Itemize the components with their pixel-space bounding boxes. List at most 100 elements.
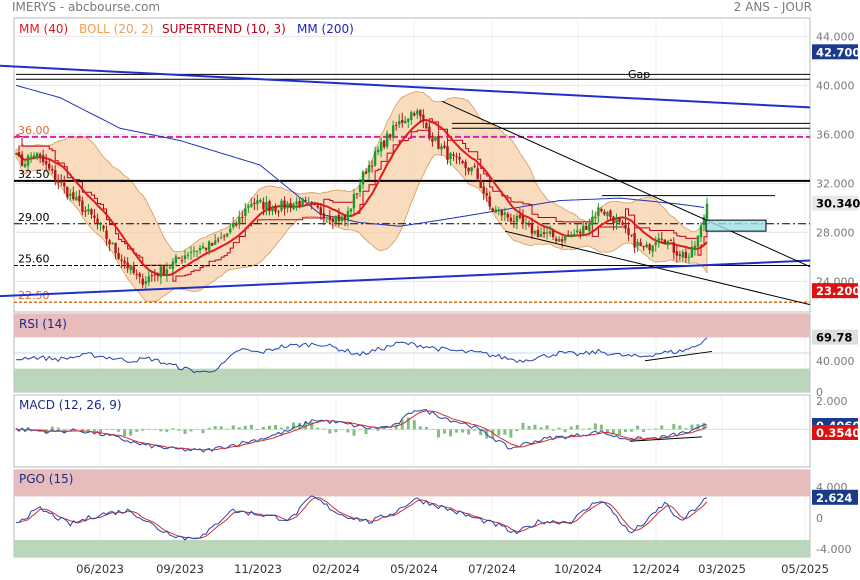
- candle-body: [171, 261, 175, 269]
- candle-body: [226, 233, 229, 237]
- candle-body: [618, 218, 621, 223]
- candle-body: [189, 251, 193, 253]
- candle-body: [135, 274, 138, 276]
- candle-body: [548, 231, 552, 234]
- candle-body: [346, 210, 350, 220]
- candle-body: [54, 170, 57, 181]
- candle-body: [229, 228, 232, 233]
- macd-histogram-bar: [624, 429, 628, 432]
- candle-body: [533, 230, 537, 234]
- candle-body: [201, 246, 205, 249]
- x-axis-label: 10/2024: [554, 562, 602, 576]
- candle-body: [651, 245, 654, 252]
- candle-body: [102, 225, 105, 229]
- candle-body: [144, 281, 147, 284]
- candle-body: [669, 240, 672, 242]
- candle-body: [615, 218, 618, 223]
- macd-histogram-bar: [280, 427, 284, 430]
- candle-body: [99, 223, 102, 225]
- macd-y-tick: 2.000: [816, 395, 848, 408]
- candle-body: [244, 208, 247, 216]
- macd-histogram-bar: [666, 429, 670, 430]
- candle-body: [57, 179, 60, 183]
- candle-body: [319, 207, 322, 215]
- legend-ma40: MM (40): [19, 22, 68, 36]
- macd-histogram-bar: [334, 429, 338, 433]
- candle-body: [262, 201, 265, 210]
- candle-body: [684, 251, 688, 259]
- pgo-oversold-zone: [14, 539, 810, 557]
- candle-body: [93, 215, 96, 219]
- macd-histogram-bar: [467, 429, 471, 435]
- candle-body: [41, 155, 45, 163]
- candle-body: [563, 235, 567, 241]
- candle-body: [657, 238, 660, 242]
- candle-body: [210, 242, 214, 246]
- level-label-29-00: 29.00: [18, 211, 50, 224]
- candle-body: [554, 238, 558, 242]
- candle-body: [165, 269, 169, 276]
- candle-body: [660, 238, 663, 240]
- macd-histogram-bar: [237, 427, 241, 430]
- candle-body: [636, 241, 639, 247]
- macd-histogram-bar: [593, 423, 597, 430]
- macd-histogram-bar: [219, 426, 223, 430]
- macd-histogram-bar: [545, 425, 549, 430]
- candle-body: [446, 146, 449, 160]
- macd-histogram-bar: [358, 429, 362, 430]
- candle-body: [461, 161, 464, 164]
- x-axis-label: 05/2024: [390, 562, 438, 576]
- candle-body: [286, 203, 289, 209]
- candle-body: [162, 264, 166, 275]
- macd-histogram-bar: [539, 427, 543, 430]
- macd-histogram-bar: [153, 429, 157, 430]
- candle-body: [395, 125, 398, 127]
- candle-body: [301, 198, 304, 207]
- candle-body: [407, 118, 410, 122]
- macd-histogram-bar: [497, 429, 501, 436]
- candle-body: [280, 200, 283, 211]
- candle-body: [316, 205, 319, 208]
- macd-histogram-bar: [346, 429, 350, 433]
- candle-body: [38, 154, 42, 157]
- candle-body: [494, 209, 497, 213]
- candle-body: [47, 163, 51, 169]
- candle-body: [180, 260, 184, 262]
- candle-body: [328, 216, 332, 221]
- rsi-badge: 69.78: [816, 331, 852, 345]
- candle-body: [416, 110, 419, 115]
- candle-body: [108, 240, 111, 245]
- candle-body: [295, 201, 298, 205]
- macd-histogram-bar: [654, 428, 658, 430]
- candle-body: [247, 206, 250, 208]
- chart-svg: 36.0032.5029.0025.6022.5044.00040.00036.…: [0, 17, 860, 576]
- macd-histogram-bar: [364, 429, 368, 435]
- macd-histogram-bar: [521, 422, 525, 430]
- candle-body: [509, 217, 513, 222]
- level-label-25-60: 25.60: [18, 252, 50, 265]
- candle-body: [391, 125, 395, 138]
- candle-body: [410, 112, 413, 121]
- candle-body: [512, 221, 516, 223]
- macd-histogram-bar: [370, 429, 374, 430]
- candle-body: [663, 239, 666, 244]
- candle-body: [434, 136, 437, 141]
- candle-body: [705, 203, 709, 219]
- candle-body: [322, 213, 325, 219]
- rsi-oversold-zone: [14, 368, 810, 392]
- candle-body: [398, 121, 401, 125]
- candle-body: [413, 113, 416, 116]
- candle-body: [566, 234, 570, 236]
- macd-histogram-bar: [388, 429, 392, 430]
- macd-histogram-bar: [159, 429, 163, 432]
- candle-body: [597, 207, 600, 217]
- main-y-tick: 36.000: [816, 128, 855, 141]
- candle-body: [141, 278, 144, 285]
- candle-body: [168, 267, 172, 269]
- macd-histogram-bar: [141, 429, 145, 431]
- candle-body: [204, 247, 208, 250]
- candle-body: [497, 209, 500, 211]
- macd-histogram-bar: [581, 428, 585, 430]
- macd-histogram-bar: [286, 426, 290, 430]
- candle-body: [177, 257, 181, 259]
